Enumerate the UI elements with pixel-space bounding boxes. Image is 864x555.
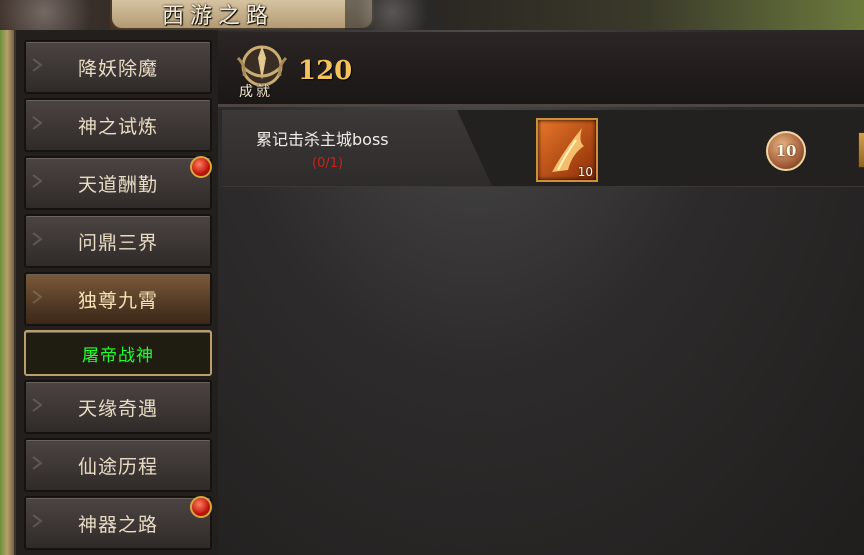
task-name: 累记击杀主城boss: [256, 130, 389, 149]
dragon-ornament-icon: [0, 0, 110, 30]
achievement-score: 120: [298, 56, 353, 86]
sidebar-item-label: 独尊九霄: [77, 289, 158, 312]
chevron-right-icon: [32, 174, 42, 188]
sidebar-item-duzun[interactable]: 独尊九霄: [24, 272, 212, 326]
sidebar-item-label: 降妖除魔: [77, 57, 158, 80]
task-row: 累记击杀主城boss (0/1) 10 10: [222, 110, 864, 187]
claim-button[interactable]: [858, 132, 864, 168]
sidebar-item-label: 天道酬勤: [77, 173, 158, 196]
sidebar-item-shenzhi[interactable]: 神之试炼: [24, 98, 212, 152]
chevron-right-icon: [32, 398, 42, 412]
achievement-header: 成就 120: [218, 32, 864, 107]
sidebar-item-label: 神器之路: [77, 513, 158, 536]
sidebar-item-wending[interactable]: 问鼎三界: [24, 214, 212, 268]
top-banner: 西游之路: [0, 0, 864, 30]
chevron-right-icon: [32, 456, 42, 470]
notification-badge: [190, 496, 212, 518]
sidebar-item-xiantu[interactable]: 仙途历程: [24, 438, 212, 492]
sidebar-item-tianyuan[interactable]: 天缘奇遇: [24, 380, 212, 434]
banner-title: 西游之路: [162, 4, 275, 29]
chevron-right-icon: [32, 290, 42, 304]
sidebar-subitem-tudi[interactable]: 屠帝战神: [24, 330, 212, 376]
sidebar-item-label: 仙途历程: [77, 455, 158, 478]
task-progress: (0/1): [312, 156, 344, 171]
main-panel: 成就 120 累记击杀主城boss (0/1) 10 10: [218, 30, 864, 555]
sidebar-item-label: 问鼎三界: [77, 231, 158, 254]
sidebar-item-jiangyao[interactable]: 降妖除魔: [24, 40, 212, 94]
chevron-right-icon: [32, 514, 42, 528]
notification-badge: [190, 156, 212, 178]
sidebar-item-label: 神之试炼: [77, 115, 158, 138]
achievement-coin-icon: 10: [766, 131, 806, 171]
emblem-label: 成就: [239, 84, 273, 100]
sidebar-item-tiandao[interactable]: 天道酬勤: [24, 156, 212, 210]
chevron-right-icon: [32, 232, 42, 246]
sidebar-item-label: 屠帝战神: [82, 345, 154, 366]
reward-item-count: 10: [577, 165, 593, 179]
chevron-right-icon: [32, 116, 42, 130]
sidebar-item-label: 天缘奇遇: [77, 397, 158, 420]
chevron-right-icon: [32, 58, 42, 72]
dragon-ornament-icon: [345, 0, 440, 30]
reward-points: 10: [775, 142, 797, 160]
sidebar: 降妖除魔 神之试炼 天道酬勤 问鼎三界 独尊九霄 屠帝战神 天缘奇遇 仙途历程 …: [14, 30, 220, 555]
sidebar-item-shenqi[interactable]: 神器之路: [24, 496, 212, 550]
reward-item-slot[interactable]: 10: [536, 118, 598, 182]
